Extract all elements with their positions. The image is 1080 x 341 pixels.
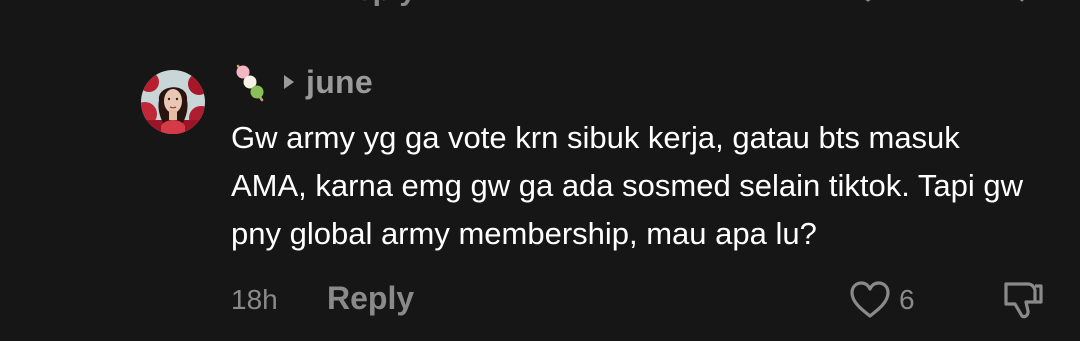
like-button[interactable]: 6 xyxy=(849,278,915,322)
username[interactable]: june xyxy=(306,64,373,101)
timestamp: 18h xyxy=(231,284,278,315)
comment-text: Gw army yg ga vote krn sibuk kerja, gata… xyxy=(231,120,1024,251)
comment-actions: 18h Reply 6 xyxy=(231,278,1051,322)
triangle-right-icon xyxy=(284,75,294,89)
dislike-button[interactable] xyxy=(1001,278,1045,322)
heart-icon xyxy=(850,281,890,318)
profile-photo-icon xyxy=(141,70,205,134)
reply-button[interactable]: Reply xyxy=(327,280,414,317)
comment: june Gw army yg ga vote krn sibuk kerja,… xyxy=(0,0,1080,341)
dango-emoji-icon xyxy=(236,64,264,102)
thumbs-down-icon xyxy=(1004,282,1043,319)
like-count: 6 xyxy=(899,284,915,315)
username-row: june xyxy=(232,60,373,104)
user-avatar[interactable] xyxy=(141,70,205,134)
